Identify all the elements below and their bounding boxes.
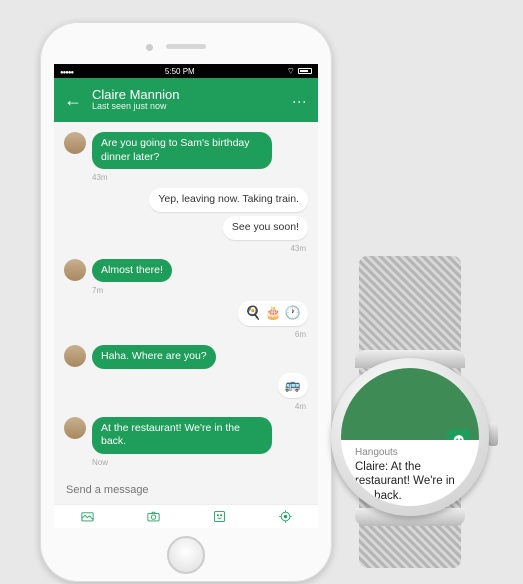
message-bubble-in[interactable]: Haha. Where are you? (92, 345, 216, 369)
watch-case: Hangouts Claire: At the restaurant! We'r… (331, 358, 489, 516)
avatar[interactable] (64, 345, 86, 367)
contact-name: Claire Mannion (92, 88, 282, 102)
message-bubble-out[interactable]: See you soon! (223, 216, 308, 240)
chat-area[interactable]: Are you going to Sam's birthday dinner l… (54, 122, 318, 476)
message-row: At the restaurant! We're in the back. (64, 417, 308, 454)
message-row: Haha. Where are you? (64, 345, 308, 369)
watch-crown[interactable] (488, 422, 498, 446)
watch-face[interactable]: Hangouts Claire: At the restaurant! We'r… (341, 368, 479, 506)
message-row: Are you going to Sam's birthday dinner l… (64, 132, 308, 169)
timestamp: 43m (64, 244, 306, 253)
message-input[interactable] (66, 484, 306, 496)
back-icon[interactable]: ← (64, 90, 82, 111)
message-bubble-in[interactable]: Are you going to Sam's birthday dinner l… (92, 132, 272, 169)
message-bubble-out[interactable]: Yep, leaving now. Taking train. (149, 188, 308, 212)
message-row: Yep, leaving now. Taking train. (64, 188, 308, 212)
message-row: See you soon! (64, 216, 308, 240)
camera-icon[interactable] (145, 509, 161, 525)
timestamp: 6m (64, 330, 306, 339)
avatar[interactable] (64, 132, 86, 154)
timestamp: 43m (92, 173, 308, 182)
timestamp: 7m (92, 286, 308, 295)
contact-subtitle: Last seen just now (92, 102, 282, 112)
signal-icon (60, 67, 73, 76)
status-time: 5:50 PM (165, 67, 195, 76)
message-bubble-emoji[interactable]: 🍳 🎂 🕐 (238, 301, 308, 326)
composer[interactable] (54, 476, 318, 504)
message-row: 🍳 🎂 🕐 (64, 301, 308, 326)
watch-app-name: Hangouts (355, 447, 465, 458)
phone-speaker (166, 44, 206, 49)
avatar[interactable] (64, 259, 86, 281)
chat-header: ← Claire Mannion Last seen just now (54, 78, 318, 122)
header-title-block[interactable]: Claire Mannion Last seen just now (92, 88, 282, 112)
timestamp: 4m (64, 402, 306, 411)
phone-screen: 5:50 PM ← Claire Mannion Last seen just … (54, 64, 318, 528)
message-bubble-emoji[interactable]: 🚌 (278, 373, 308, 398)
avatar[interactable] (64, 417, 86, 439)
watch-notification-body[interactable]: Hangouts Claire: At the restaurant! We'r… (341, 440, 479, 506)
more-icon[interactable] (292, 95, 308, 106)
message-row: Almost there! (64, 259, 308, 283)
timestamp: Now (92, 458, 308, 467)
phone-device: 5:50 PM ← Claire Mannion Last seen just … (40, 22, 332, 582)
bottom-toolbar (54, 504, 318, 528)
gallery-icon[interactable] (79, 509, 95, 525)
location-icon[interactable] (277, 509, 293, 525)
status-bar: 5:50 PM (54, 64, 318, 78)
message-row: 🚌 (64, 373, 308, 398)
watch-notification-text: Claire: At the restaurant! We're in the … (355, 460, 465, 503)
message-bubble-in[interactable]: At the restaurant! We're in the back. (92, 417, 272, 454)
watch-device: Hangouts Claire: At the restaurant! We'r… (323, 256, 497, 568)
sticker-icon[interactable] (211, 509, 227, 525)
phone-front-camera (146, 44, 153, 51)
wifi-icon (287, 66, 295, 77)
message-bubble-in[interactable]: Almost there! (92, 259, 172, 283)
battery-icon (287, 66, 312, 77)
home-button[interactable] (167, 536, 205, 574)
